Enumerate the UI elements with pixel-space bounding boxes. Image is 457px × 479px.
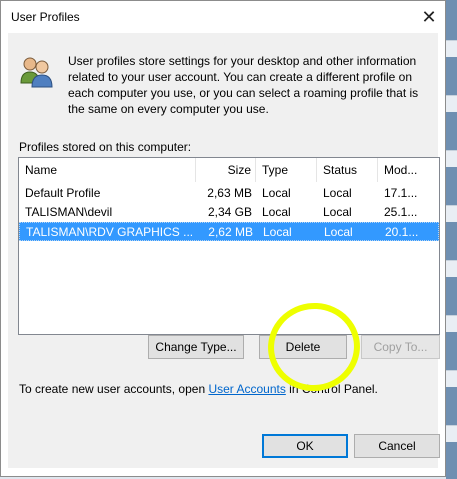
close-button[interactable]: ✕ bbox=[411, 1, 447, 33]
dialog-body: User profiles store settings for your de… bbox=[8, 33, 440, 468]
change-type-button[interactable]: Change Type... bbox=[148, 335, 244, 359]
window-title: User Profiles bbox=[11, 10, 80, 24]
background-strip bbox=[446, 315, 457, 332]
profile-type: Local bbox=[262, 186, 291, 200]
profile-modified: 20.1... bbox=[385, 225, 419, 239]
profile-modified: 25.1... bbox=[384, 205, 418, 219]
profile-status: Local bbox=[324, 225, 353, 239]
profile-type: Local bbox=[262, 205, 291, 219]
profile-status: Local bbox=[323, 186, 352, 200]
column-header-status[interactable]: Status bbox=[317, 158, 378, 182]
table-row[interactable]: TALISMAN\devil 2,34 GB Local Local 25.1.… bbox=[19, 203, 439, 222]
profile-status: Local bbox=[323, 205, 352, 219]
footer-suffix: in Control Panel. bbox=[285, 382, 378, 396]
profile-modified: 17.1... bbox=[384, 186, 418, 200]
footer-text: To create new user accounts, open User A… bbox=[19, 382, 378, 396]
background-strip bbox=[446, 40, 457, 57]
profile-name: TALISMAN\RDV GRAPHICS ... bbox=[26, 225, 194, 239]
footer-prefix: To create new user accounts, open bbox=[19, 382, 209, 396]
delete-button[interactable]: Delete bbox=[259, 335, 347, 359]
table-row[interactable]: Default Profile 2,63 MB Local Local 17.1… bbox=[19, 184, 439, 203]
column-header-name[interactable]: Name bbox=[19, 158, 196, 182]
intro-text: User profiles store settings for your de… bbox=[68, 54, 419, 116]
column-header-type[interactable]: Type bbox=[256, 158, 317, 182]
copy-to-button[interactable]: Copy To... bbox=[361, 335, 440, 359]
background-window bbox=[446, 0, 457, 479]
profile-size: 2,63 MB bbox=[207, 186, 252, 200]
table-row-selected[interactable]: TALISMAN\RDV GRAPHICS ... 2,62 MB Local … bbox=[19, 222, 439, 241]
profile-size: 2,62 MB bbox=[208, 225, 253, 239]
profile-size: 2,34 GB bbox=[207, 205, 252, 219]
user-profiles-dialog: User Profiles ✕ User profiles store sett… bbox=[0, 0, 446, 477]
ok-button[interactable]: OK bbox=[262, 434, 348, 458]
background-strip bbox=[446, 95, 457, 112]
title-bar[interactable]: User Profiles ✕ bbox=[1, 1, 445, 33]
background-strip bbox=[446, 425, 457, 442]
profiles-list[interactable]: Name Size Type Status Mod... Default Pro… bbox=[18, 157, 440, 335]
close-icon: ✕ bbox=[421, 6, 437, 27]
background-strip bbox=[446, 260, 457, 277]
profiles-list-label: Profiles stored on this computer: bbox=[19, 140, 192, 154]
cancel-button[interactable]: Cancel bbox=[354, 434, 440, 458]
users-icon bbox=[17, 53, 55, 91]
background-strip bbox=[446, 370, 457, 387]
profile-name: TALISMAN\devil bbox=[25, 205, 113, 219]
background-strip bbox=[446, 205, 457, 222]
profile-type: Local bbox=[263, 225, 292, 239]
column-header-modified[interactable]: Mod... bbox=[378, 158, 439, 182]
column-header-size[interactable]: Size bbox=[196, 158, 256, 182]
background-strip bbox=[446, 150, 457, 167]
list-header: Name Size Type Status Mod... bbox=[19, 158, 439, 182]
profile-name: Default Profile bbox=[25, 186, 101, 200]
user-accounts-link[interactable]: User Accounts bbox=[208, 382, 285, 396]
